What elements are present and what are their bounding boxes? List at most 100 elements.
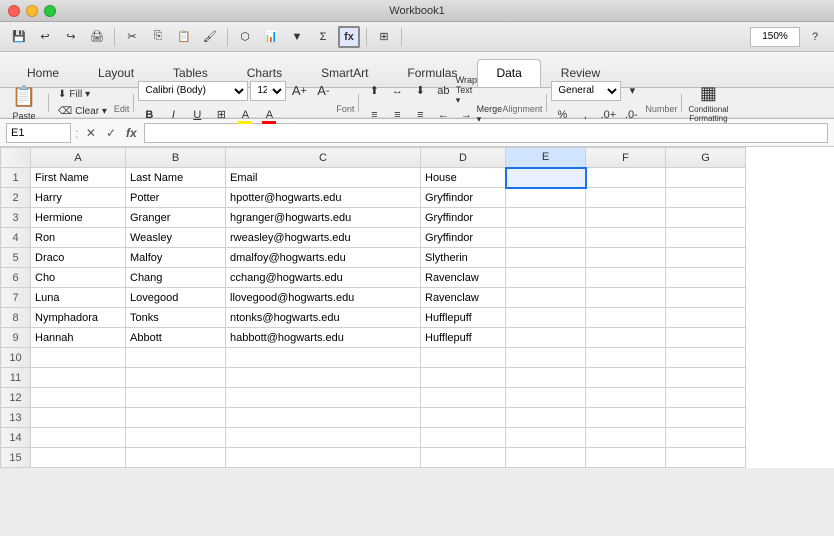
cell-r9c6[interactable] [586,328,666,348]
cell-r3c1[interactable]: Hermione [31,208,126,228]
cell-r10c6[interactable] [586,348,666,368]
align-top-btn[interactable]: ⬆ [363,80,385,102]
formula-fx-btn[interactable]: fx [123,125,140,141]
cell-r6c4[interactable]: Ravenclaw [421,268,506,288]
clear-button[interactable]: ⌫ Clear ▾ [53,104,112,119]
cell-r7c7[interactable] [666,288,746,308]
col-header-b[interactable]: B [126,148,226,168]
cell-r13c4[interactable] [421,408,506,428]
cell-r8c1[interactable]: Nymphadora [31,308,126,328]
row-header-1[interactable]: 1 [1,168,31,188]
cell-r4c5[interactable] [506,228,586,248]
cell-r12c7[interactable] [666,388,746,408]
cell-r13c6[interactable] [586,408,666,428]
quick-print-button[interactable]: 🖨 [86,26,108,48]
col-header-a[interactable]: A [31,148,126,168]
cell-r5c5[interactable] [506,248,586,268]
row-header-10[interactable]: 10 [1,348,31,368]
cell-r5c4[interactable]: Slytherin [421,248,506,268]
cell-r14c6[interactable] [586,428,666,448]
cell-r5c3[interactable]: dmalfoy@hogwarts.edu [226,248,421,268]
cell-r15c1[interactable] [31,448,126,468]
increase-font-btn[interactable]: A+ [288,80,310,102]
cell-r8c2[interactable]: Tonks [126,308,226,328]
quick-autofill-btn[interactable]: ⊞ [373,26,395,48]
cell-r14c2[interactable] [126,428,226,448]
quick-chart-btn[interactable]: 📊 [260,26,282,48]
cell-r2c6[interactable] [586,188,666,208]
cell-r3c4[interactable]: Gryffindor [421,208,506,228]
cell-r1c1[interactable]: First Name [31,168,126,188]
cell-r14c7[interactable] [666,428,746,448]
cell-r15c5[interactable] [506,448,586,468]
cell-r12c3[interactable] [226,388,421,408]
cell-r12c6[interactable] [586,388,666,408]
row-header-11[interactable]: 11 [1,368,31,388]
cell-r6c7[interactable] [666,268,746,288]
row-header-13[interactable]: 13 [1,408,31,428]
quick-paste-btn[interactable]: 📋 [173,26,195,48]
cell-r10c4[interactable] [421,348,506,368]
decrease-font-btn[interactable]: A- [312,80,334,102]
quick-fx-btn[interactable]: fx [338,26,360,48]
close-button[interactable] [8,5,20,17]
cell-r3c7[interactable] [666,208,746,228]
row-header-3[interactable]: 3 [1,208,31,228]
cell-r4c2[interactable]: Weasley [126,228,226,248]
cell-r7c4[interactable]: Ravenclaw [421,288,506,308]
cell-r10c7[interactable] [666,348,746,368]
cell-r10c5[interactable] [506,348,586,368]
row-header-14[interactable]: 14 [1,428,31,448]
cell-r2c4[interactable]: Gryffindor [421,188,506,208]
cell-r2c5[interactable] [506,188,586,208]
cell-r15c3[interactable] [226,448,421,468]
cell-r11c2[interactable] [126,368,226,388]
wrap-text-btn[interactable]: Wrap Text ▾ [455,80,477,102]
cell-r12c5[interactable] [506,388,586,408]
cell-r6c5[interactable] [506,268,586,288]
col-header-g[interactable]: G [666,148,746,168]
cell-r6c2[interactable]: Chang [126,268,226,288]
cell-r7c6[interactable] [586,288,666,308]
quick-filter-btn[interactable]: ▼ [286,26,308,48]
number-format-select[interactable]: General [551,81,621,101]
formula-confirm-btn[interactable]: ✓ [103,125,119,141]
quick-cut-button[interactable]: ✂ [121,26,143,48]
cell-r14c1[interactable] [31,428,126,448]
formula-cancel-btn[interactable]: ✕ [83,125,99,141]
cell-r9c1[interactable]: Hannah [31,328,126,348]
quick-redo-button[interactable]: ↪ [60,26,82,48]
cell-r5c6[interactable] [586,248,666,268]
cell-r2c3[interactable]: hpotter@hogwarts.edu [226,188,421,208]
row-header-12[interactable]: 12 [1,388,31,408]
cell-r2c1[interactable]: Harry [31,188,126,208]
cell-r9c4[interactable]: Hufflepuff [421,328,506,348]
formula-input[interactable] [144,123,828,143]
cell-r11c1[interactable] [31,368,126,388]
row-header-7[interactable]: 7 [1,288,31,308]
cell-r9c2[interactable]: Abbott [126,328,226,348]
cell-r1c6[interactable] [586,168,666,188]
cell-r8c7[interactable] [666,308,746,328]
help-button[interactable]: ? [804,26,826,48]
cell-reference-box[interactable]: E1 [6,123,71,143]
cell-r13c2[interactable] [126,408,226,428]
cell-r13c5[interactable] [506,408,586,428]
minimize-button[interactable] [26,5,38,17]
quick-save-button[interactable]: 💾 [8,26,30,48]
cell-r12c2[interactable] [126,388,226,408]
cell-r9c3[interactable]: habbott@hogwarts.edu [226,328,421,348]
cell-r4c7[interactable] [666,228,746,248]
cell-r10c2[interactable] [126,348,226,368]
cell-r1c2[interactable]: Last Name [126,168,226,188]
cell-r10c3[interactable] [226,348,421,368]
num-dropdown-btn[interactable]: ▾ [621,80,643,102]
zoom-input[interactable]: 150% [750,27,800,47]
cell-r11c6[interactable] [586,368,666,388]
cell-r13c1[interactable] [31,408,126,428]
cell-r5c1[interactable]: Draco [31,248,126,268]
row-header-4[interactable]: 4 [1,228,31,248]
row-header-8[interactable]: 8 [1,308,31,328]
quick-sigma-btn[interactable]: Σ [312,26,334,48]
cell-r14c3[interactable] [226,428,421,448]
